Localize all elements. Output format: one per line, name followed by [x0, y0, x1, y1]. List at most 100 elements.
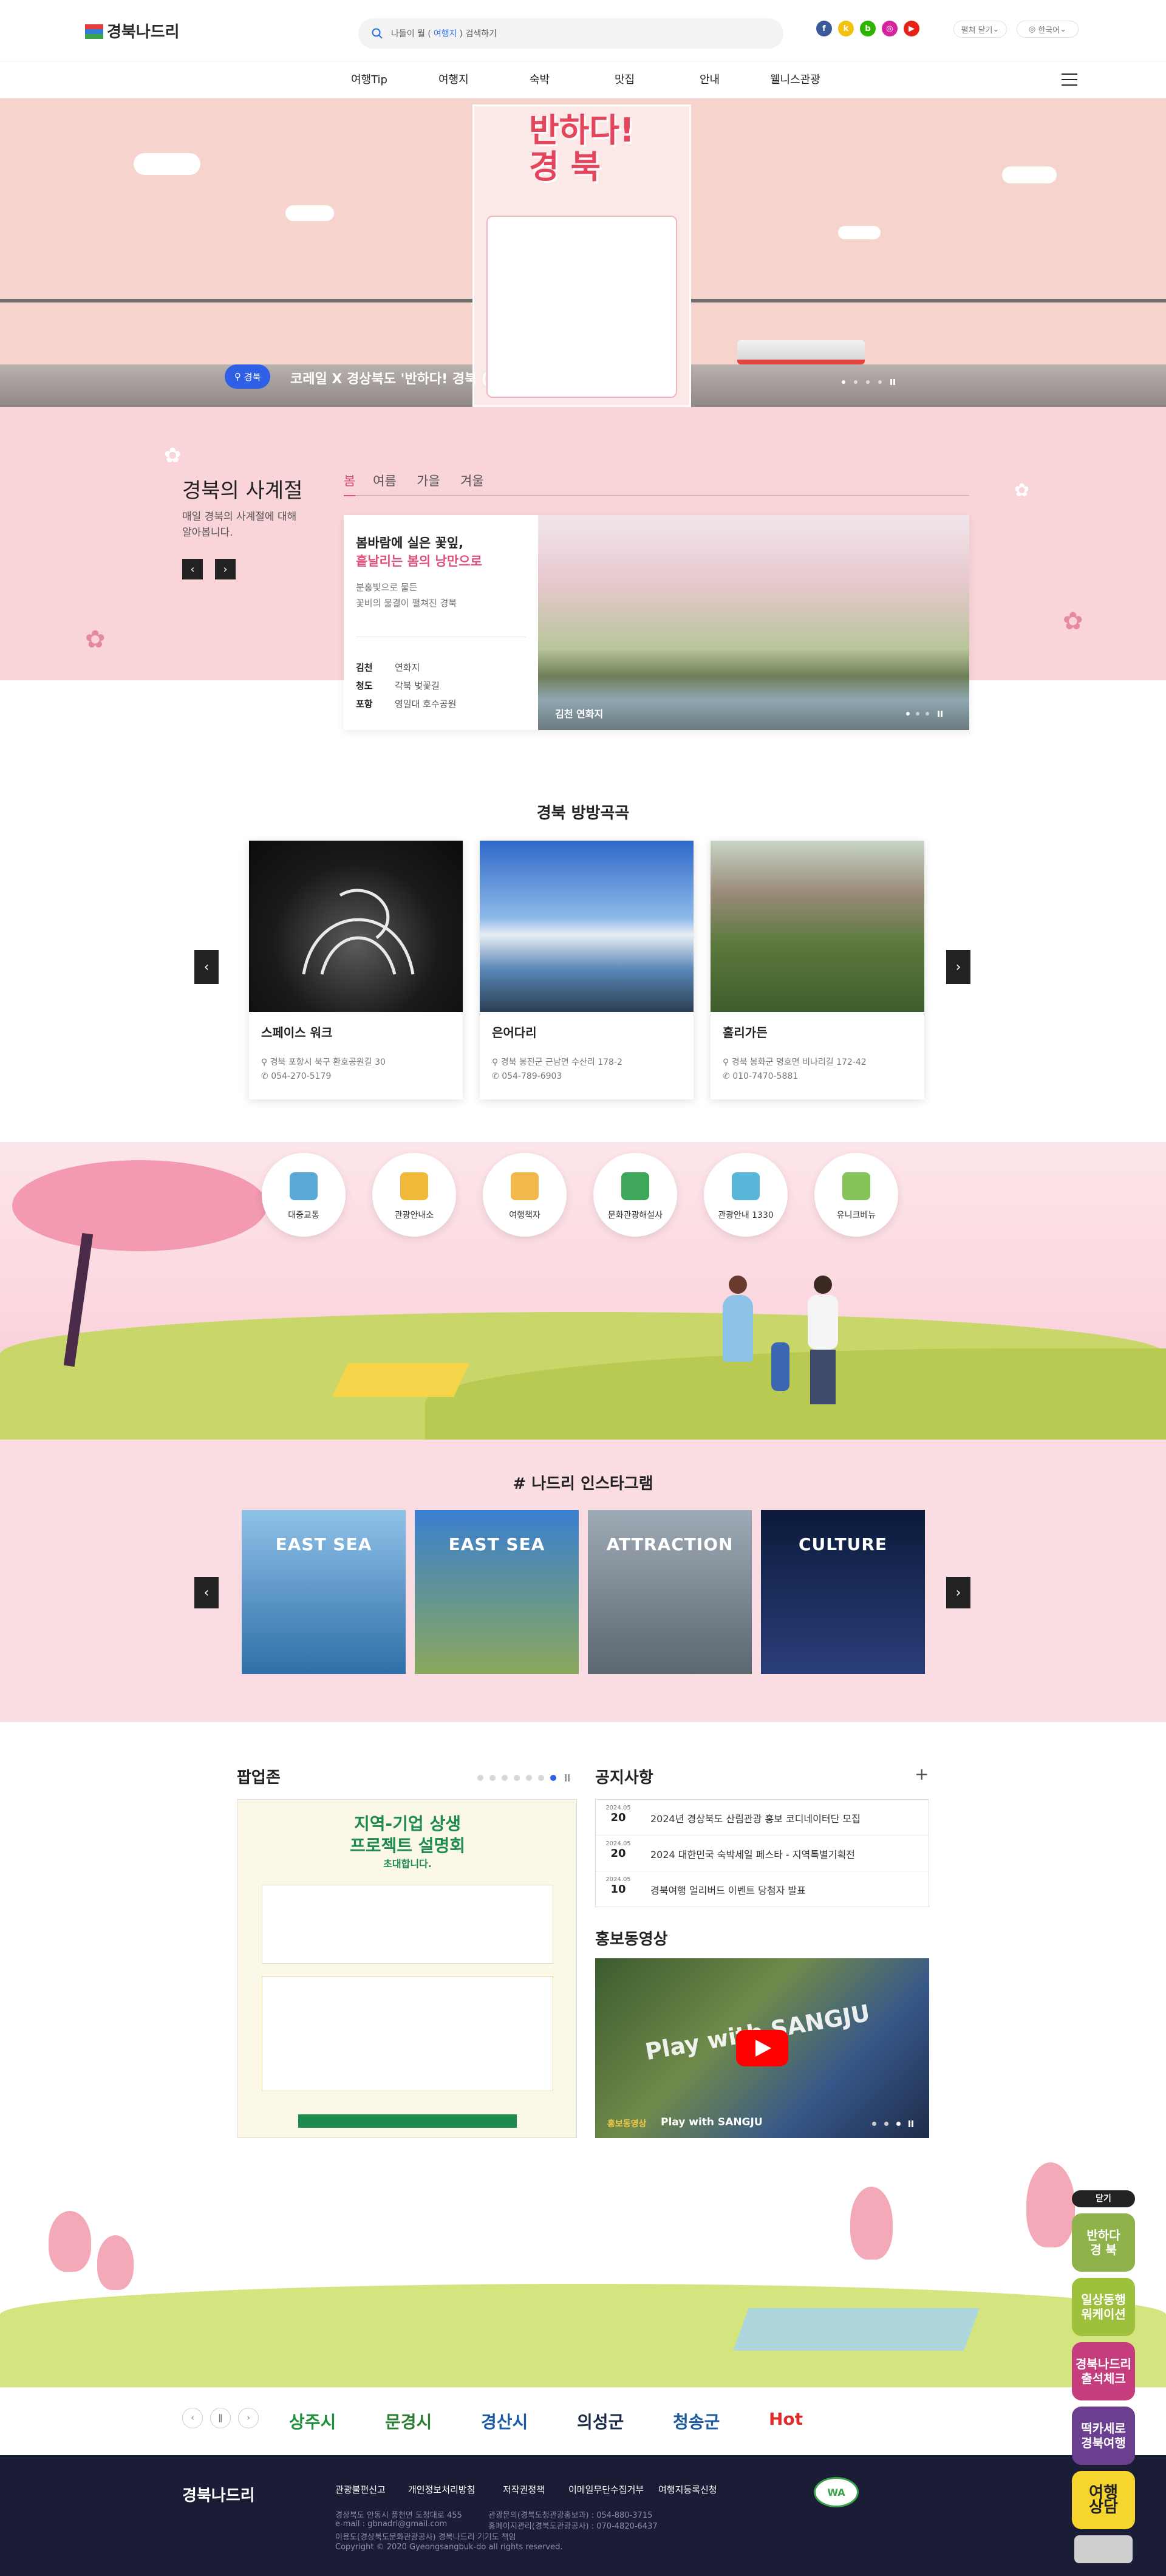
instagram-card[interactable]: CULTURE [761, 1510, 925, 1674]
pagination-dot[interactable] [854, 380, 857, 384]
place-row[interactable]: 포항 영일대 호수공원 [356, 697, 456, 710]
season-image[interactable]: 김천 연화지 [538, 515, 969, 730]
quickbar-item[interactable]: 반하다 경 북 [1072, 2213, 1135, 2272]
tab-autumn[interactable]: 가을 [417, 471, 440, 490]
quickbar-item[interactable]: 경북나드리 출석체크 [1072, 2342, 1135, 2400]
web-accessibility-badge[interactable]: WA [814, 2477, 859, 2507]
pagination-dot[interactable] [896, 2122, 901, 2126]
footer-logo[interactable]: 경북나드리 [182, 2483, 255, 2506]
quickbar-item[interactable]: 여행 상담 [1072, 2471, 1135, 2529]
search-bar[interactable]: 나들이 뭘 ( 여행지 ) 검색하기 [358, 18, 783, 49]
nav-item-restaurants[interactable]: 맛집 [615, 71, 635, 87]
site-logo[interactable]: 경북나드리 [85, 11, 194, 50]
pause-icon[interactable] [890, 379, 895, 385]
attraction-card[interactable]: 홀리가든 ⚲ 경북 봉화군 명호면 비나리길 172-42 ✆ 010-7470… [711, 841, 924, 1099]
pagination-dot[interactable] [872, 2122, 876, 2126]
instagram-card[interactable]: EAST SEA [415, 1510, 579, 1674]
menu-toggle-button[interactable]: 펼쳐 닫기 ⌄ [953, 21, 1007, 38]
pagination-dot[interactable] [878, 380, 882, 384]
pagination-dot[interactable] [866, 380, 870, 384]
notice-row[interactable]: 2024.05 20 2024 대한민국 숙박세일 페스타 - 지역특별기획전 [596, 1836, 929, 1871]
quickbar-close-button[interactable]: 닫기 [1072, 2190, 1135, 2207]
season-prev-button[interactable]: ‹ [182, 559, 203, 579]
pagination-dot[interactable] [884, 2122, 888, 2126]
facebook-icon[interactable]: f [816, 21, 832, 36]
play-icon[interactable] [736, 2030, 788, 2066]
sponsor-logo[interactable]: Hot [769, 2409, 803, 2429]
search-keyword[interactable]: 여행지 [434, 27, 457, 39]
pagination-dot[interactable] [842, 380, 845, 384]
instagram-next-button[interactable]: › [946, 1577, 970, 1608]
attractions-prev-button[interactable]: ‹ [194, 950, 219, 984]
attraction-card[interactable]: 은어다리 ⚲ 경북 봉진군 근남면 수산리 178-2 ✆ 054-789-69… [480, 841, 694, 1099]
hamburger-menu-icon[interactable] [1062, 73, 1077, 86]
pagination-dot[interactable] [514, 1775, 520, 1781]
quick-menu-item[interactable] [372, 1153, 456, 1237]
pagination-dot[interactable] [550, 1775, 556, 1781]
footer-link[interactable]: 관광불편신고 [335, 2483, 386, 2496]
pagination-dot[interactable] [916, 712, 919, 716]
attraction-card[interactable]: 스페이스 워크 ⚲ 경북 포항시 북구 환호공원길 30 ✆ 054-270-5… [249, 841, 463, 1099]
tab-summer[interactable]: 여름 [373, 471, 397, 490]
blog-icon[interactable]: b [860, 21, 876, 36]
notice-title: 공지사항 [595, 1769, 653, 1787]
notice-more-button[interactable]: + [915, 1764, 929, 1784]
sponsor-next-button[interactable]: › [238, 2408, 259, 2428]
pause-icon[interactable] [565, 1774, 570, 1782]
info-booth-icon [400, 1172, 428, 1200]
pagination-dot[interactable] [489, 1775, 496, 1781]
sponsor-logo[interactable]: 상주시 [289, 2409, 336, 2433]
sponsor-logo[interactable]: 경산시 [481, 2409, 528, 2433]
quickbar-item[interactable]: 떡카세로 경북여행 [1072, 2407, 1135, 2465]
pagination-dot[interactable] [926, 712, 929, 716]
pagination-dot[interactable] [502, 1775, 508, 1781]
sponsor-logo[interactable]: 청송군 [673, 2409, 720, 2433]
notice-row[interactable]: 2024.05 20 2024년 경상북도 산림관광 홍보 코디네이터단 모집 [596, 1800, 929, 1836]
instagram-icon[interactable]: ◎ [882, 21, 898, 36]
sponsor-logo[interactable]: 의성군 [577, 2409, 624, 2433]
quick-menu-item[interactable] [593, 1153, 677, 1237]
quick-menu-item[interactable] [483, 1153, 567, 1237]
sponsor-logo[interactable]: 문경시 [385, 2409, 432, 2433]
nav-item-destinations[interactable]: 여행지 [438, 71, 469, 87]
pagination-dot[interactable] [477, 1775, 483, 1781]
pause-icon[interactable] [938, 711, 943, 717]
footer-link[interactable]: 여행지등록신청 [658, 2483, 717, 2496]
footer-link[interactable]: 이메일무단수집거부 [568, 2483, 644, 2496]
place-row[interactable]: 청도 각북 벚꽃길 [356, 679, 440, 692]
season-next-button[interactable]: › [215, 559, 236, 579]
footer-link[interactable]: 저작권정책 [503, 2483, 545, 2496]
pagination-dot[interactable] [526, 1775, 532, 1781]
notice-row[interactable]: 2024.05 10 경북여행 얼리버드 이벤트 당첨자 발표 [596, 1871, 929, 1907]
pause-icon[interactable] [909, 2120, 913, 2127]
notice-date: 2024.05 20 [604, 1840, 632, 1860]
scroll-top-button[interactable] [1074, 2535, 1133, 2563]
pagination-dot[interactable] [906, 712, 910, 716]
promo-video[interactable]: Play with SANGJU 홍보동영상 Play with SANGJU [595, 1958, 929, 2138]
sponsor-pause-button[interactable]: ǁ [210, 2408, 231, 2428]
instagram-card[interactable]: EAST SEA [242, 1510, 406, 1674]
popup-banner[interactable]: 지역-기업 상생 프로젝트 설명회 초대합니다. [237, 1799, 577, 2138]
language-select[interactable]: ◎ 한국어 ⌄ [1017, 21, 1079, 38]
footer-link[interactable]: 개인정보처리방침 [408, 2483, 475, 2496]
flower-decoration: ✿ [1014, 480, 1030, 501]
quick-menu-item[interactable] [262, 1153, 346, 1237]
tab-winter[interactable]: 겨울 [460, 471, 484, 490]
nav-item-travel-tip[interactable]: 여행Tip [351, 71, 387, 87]
instagram-prev-button[interactable]: ‹ [194, 1577, 219, 1608]
sponsor-prev-button[interactable]: ‹ [182, 2408, 203, 2428]
tab-spring[interactable]: 봄 [344, 471, 356, 496]
pagination-dot[interactable] [538, 1775, 544, 1781]
quick-menu-item[interactable] [704, 1153, 788, 1237]
place-row[interactable]: 김천 연화지 [356, 661, 420, 674]
youtube-icon[interactable]: ▶ [904, 21, 919, 36]
nav-item-lodging[interactable]: 숙박 [530, 71, 550, 87]
kakao-icon[interactable]: k [838, 21, 854, 36]
nav-item-wellness[interactable]: 웰니스관광 [770, 71, 820, 87]
instagram-card[interactable]: ATTRACTION [588, 1510, 752, 1674]
nav-item-guide[interactable]: 안내 [700, 71, 720, 87]
quickbar-item[interactable]: 일상동행 워케이션 [1072, 2278, 1135, 2336]
hero-title[interactable]: 코레일 X 경상북도 '반하다! 경북 (시즌 2)' [290, 368, 536, 388]
attractions-next-button[interactable]: › [946, 950, 970, 984]
quick-menu-item[interactable] [814, 1153, 898, 1237]
